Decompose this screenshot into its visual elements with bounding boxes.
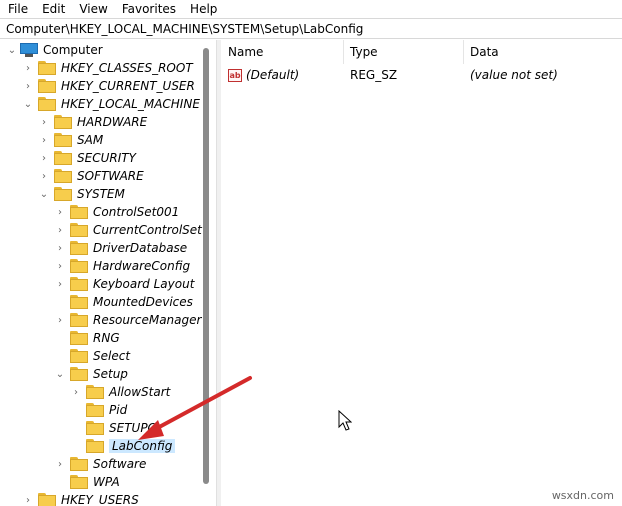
red-arrow-annotation xyxy=(138,376,252,440)
watermark: wsxdn.com xyxy=(551,489,614,502)
mouse-cursor-icon xyxy=(338,410,352,431)
